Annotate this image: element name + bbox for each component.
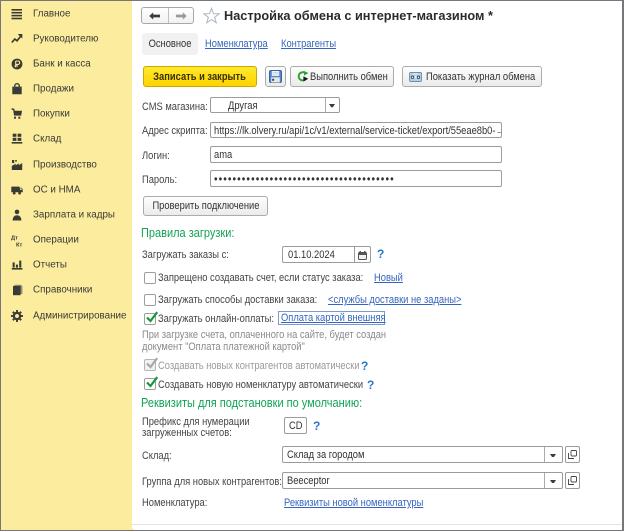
svg-text:Кт: Кт — [16, 243, 23, 248]
svg-text:Дт: Дт — [11, 236, 18, 242]
